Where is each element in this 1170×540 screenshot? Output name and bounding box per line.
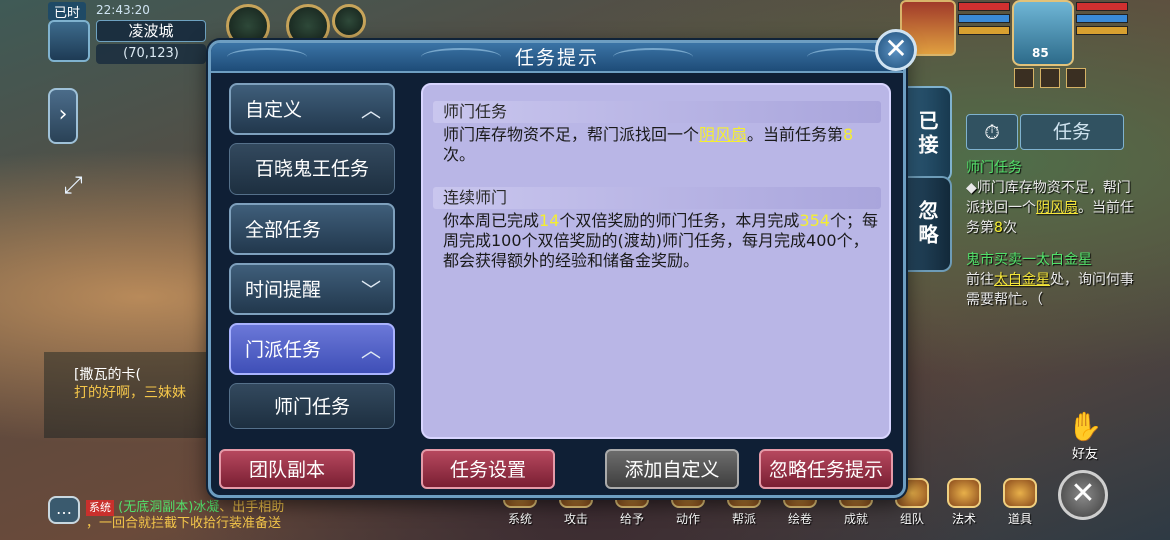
ignore-tips-button[interactable]: 忽略任务提示 <box>759 449 893 489</box>
body-text: 你本周已完成 <box>443 211 540 230</box>
menu-items[interactable]: 道具 <box>1000 478 1040 527</box>
menu-close-icon[interactable]: ✕ <box>1058 470 1108 520</box>
menu-label: 道具 <box>1007 512 1032 526</box>
tracker-quest-desc[interactable]: ◆师门库存物资不足，帮门派找回一个阴风扇。当前任务第8次 <box>966 178 1144 238</box>
chevron-up-icon: ︿ <box>361 338 381 362</box>
category-label: 时间提醒 <box>245 279 322 301</box>
tracker-count: 8 <box>994 220 1003 236</box>
tracker-item-link[interactable]: 阴风扇 <box>1036 200 1078 216</box>
menu-label: 攻击 <box>563 512 588 526</box>
category-time-reminder[interactable]: 时间提醒 ﹀ <box>229 263 395 315</box>
body-text: 。当前任务第 <box>747 125 844 144</box>
menu-label: 法术 <box>951 512 976 526</box>
section-body: 师门库存物资不足，帮门派找回一个阴风扇。当前任务第8 次。 <box>443 125 883 165</box>
quest-tracker-list[interactable]: 师门任务 ◆师门库存物资不足，帮门派找回一个阴风扇。当前任务第8次 鬼市买卖一太… <box>966 158 1144 310</box>
chat-line: [撒瓦的卡( <box>74 367 141 383</box>
dialog-title: 任务提示 <box>514 47 599 69</box>
section-body: 你本周已完成14个双倍奖励的师门任务，本月完成354个；每周完成100个双倍奖励… <box>443 211 883 271</box>
tracker-npc-link[interactable]: 太白金星 <box>994 272 1050 288</box>
bell-icon <box>947 478 981 508</box>
system-chat[interactable]: 系统 (无底洞副本)冰凝、出手相助 ，一回合就拦截下收拾行装准备送 <box>50 500 350 540</box>
team-dungeon-button[interactable]: 团队副本 <box>219 449 355 489</box>
tracker-text: 前往 <box>966 272 994 288</box>
tracker-text: 次 <box>1002 220 1017 236</box>
friend-label: 好友 <box>1071 447 1098 462</box>
body-text: 师门库存物资不足，帮门派找回一个 <box>443 125 700 144</box>
section-heading: 连续师门 <box>433 187 881 209</box>
menu-label: 给予 <box>619 512 644 526</box>
item-link[interactable]: 阴风扇 <box>699 125 747 144</box>
menu-label: 帮派 <box>731 512 756 526</box>
menu-label: 成就 <box>843 512 868 526</box>
buff-icon[interactable] <box>1040 68 1060 88</box>
quest-settings-button[interactable]: 任务设置 <box>421 449 555 489</box>
quest-count: 8 <box>843 125 854 144</box>
chevron-up-icon: ︿ <box>361 98 381 122</box>
dialog-titlebar: 任务提示 <box>211 43 903 73</box>
category-master-quest[interactable]: 师门任务 <box>229 383 395 429</box>
player-status-bars <box>1076 2 1128 38</box>
category-custom[interactable]: 自定义 ︿ <box>229 83 395 135</box>
clock: 22:43:20 <box>96 3 150 17</box>
close-icon[interactable]: ✕ <box>875 29 917 71</box>
treasure-icon[interactable] <box>332 4 366 38</box>
quest-tracker-button[interactable]: 任务 <box>1020 114 1124 150</box>
chat-window[interactable]: [撒瓦的卡( 打的好啊，三妹妹 <box>44 352 214 438</box>
quest-tips-dialog: 任务提示 ✕ 自定义 ︿ 百晓鬼王任务 全部任务 时间提醒 ﹀ 门派任务 ︿ 师… <box>208 29 917 498</box>
chevron-down-icon: ﹀ <box>361 278 381 302</box>
body-text: 个双倍奖励的师门任务，本月完成 <box>559 211 800 230</box>
menu-label: 绘卷 <box>787 512 812 526</box>
chat-channel: (无底洞副本)冰凝 <box>118 500 220 515</box>
tracker-quest-title[interactable]: 师门任务 <box>966 158 1144 178</box>
quest-content-panel: 师门任务 师门库存物资不足，帮门派找回一个阴风扇。当前任务第8 次。 连续师门 你… <box>421 83 891 439</box>
menu-label: 组队 <box>899 512 924 526</box>
minimap-icon[interactable] <box>48 20 90 62</box>
chest-icon <box>1003 478 1037 508</box>
category-all-quests[interactable]: 全部任务 <box>229 203 395 255</box>
system-badge: 系统 <box>86 500 114 516</box>
friend-button[interactable]: ✋ 好友 <box>1060 410 1110 462</box>
category-sect-quests[interactable]: 门派任务 ︿ <box>229 323 395 375</box>
menu-label: 动作 <box>675 512 700 526</box>
tracker-quest-title[interactable]: 鬼市买卖一太白金星 <box>966 250 1144 270</box>
month-count: 354 <box>799 211 830 230</box>
tracker-quest-desc[interactable]: 前往太白金星处，询问何事需要帮忙。（ <box>966 270 1144 310</box>
handshake-icon: ✋ <box>1067 410 1103 443</box>
add-custom-button[interactable]: 添加自定义 <box>605 449 739 489</box>
chat-message: 、出手相助 <box>219 500 285 515</box>
menu-spell[interactable]: 法术 <box>944 478 984 527</box>
fullscreen-icon[interactable]: ⤢ <box>56 168 90 202</box>
category-label: 门派任务 <box>245 339 322 361</box>
pet-status-bars <box>958 2 1010 38</box>
timer-icon[interactable]: ⏱ <box>966 114 1018 150</box>
chat-message: ，一回合就拦截下收拾行装准备送 <box>86 516 282 531</box>
body-text: 次。 <box>443 145 476 164</box>
chat-line: 打的好啊，三妹妹 <box>74 385 186 401</box>
time-location-panel: 已时 22:43:20 凌波城 (70,123) <box>48 2 208 64</box>
buff-icon[interactable] <box>1014 68 1034 88</box>
week-count: 14 <box>539 211 560 230</box>
game-time-label: 已时 <box>48 2 87 21</box>
tab-accepted[interactable]: 已接 <box>906 86 952 182</box>
category-label: 全部任务 <box>245 219 322 241</box>
category-baixiao-ghost-king[interactable]: 百晓鬼王任务 <box>229 143 395 195</box>
expand-arrow-icon[interactable]: › <box>48 88 78 144</box>
buff-icon[interactable] <box>1066 68 1086 88</box>
coordinates: (70,123) <box>96 44 206 64</box>
section-heading: 师门任务 <box>433 101 881 123</box>
player-level: 85 <box>1032 46 1049 60</box>
category-label: 自定义 <box>245 99 303 121</box>
location-name[interactable]: 凌波城 <box>96 20 206 42</box>
tab-ignored[interactable]: 忽略 <box>906 176 952 272</box>
menu-label: 系统 <box>507 512 532 526</box>
